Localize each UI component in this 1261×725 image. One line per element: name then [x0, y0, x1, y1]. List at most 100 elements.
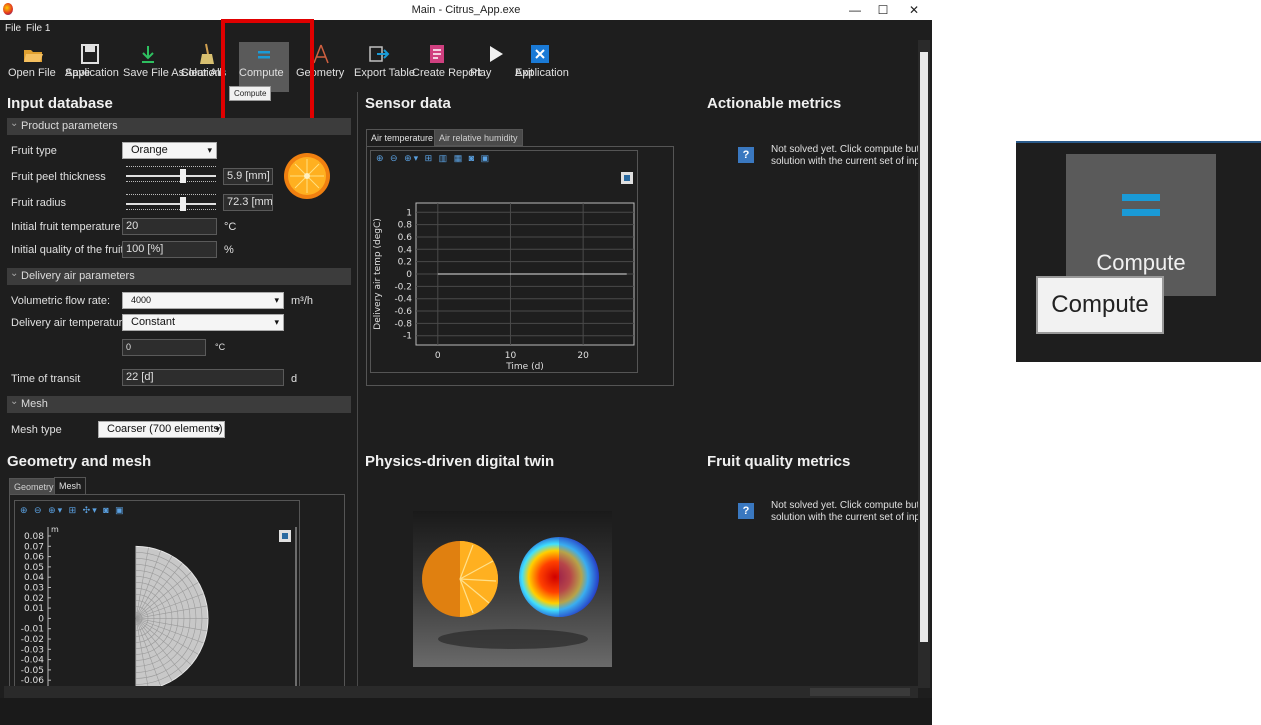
actionable-metrics-title: Actionable metrics [707, 95, 842, 112]
tab-mesh[interactable]: Mesh [54, 477, 87, 494]
tab-air-temperature[interactable]: Air temperature [366, 129, 439, 146]
compute-label-zoomed: Compute [1096, 250, 1186, 275]
actionable-metrics-message-2: solution with the current set of input [771, 156, 929, 167]
panel-divider [357, 92, 358, 687]
save-file-as-button[interactable]: Save File As [123, 42, 184, 92]
download-icon [142, 46, 154, 63]
air-temp-unit: °C [215, 342, 226, 352]
initial-quality-label: Initial quality of the fruit [11, 244, 124, 256]
flow-rate-label: Volumetric flow rate: [11, 295, 111, 307]
save-application-button[interactable]: Save Application [65, 42, 119, 92]
exit-icon [531, 45, 549, 63]
fruit-radius-field[interactable]: 72.3 [mm] [223, 194, 273, 211]
y-tick-label: 0.05 [24, 563, 44, 573]
initial-temp-unit: °C [224, 221, 237, 233]
menu-file[interactable]: File [5, 23, 21, 34]
product-parameters-header[interactable]: Product parameters [7, 115, 351, 135]
mesh-header[interactable]: Mesh [7, 393, 351, 413]
slider-thumb[interactable] [180, 169, 186, 183]
delivery-air-header[interactable]: Delivery air parameters [7, 265, 351, 285]
peel-thickness-field[interactable]: 5.9 [mm] [223, 168, 273, 185]
title-bar: Main - Citrus_App.exe — ☐ ✕ [0, 0, 932, 20]
transit-time-label: Time of transit [11, 373, 81, 385]
fruit-type-label: Fruit type [11, 145, 57, 157]
report-icon [430, 45, 444, 63]
slider-thumb[interactable] [180, 197, 186, 211]
x-tick-label: 0 [435, 351, 441, 361]
menu-bar: File File 1 [0, 20, 932, 38]
fruit-type-select[interactable]: Orange [122, 142, 217, 159]
mesh-type-select[interactable]: Coarser (700 elements) [98, 421, 225, 438]
peel-thickness-slider[interactable] [126, 166, 216, 183]
compute-zoom-inset: Compute Compute [1016, 141, 1261, 362]
air-temp-field[interactable]: 0 [122, 339, 206, 356]
help-icon[interactable]: ? [738, 503, 754, 519]
digital-twin-image [413, 511, 612, 667]
compute-button-zoomed[interactable]: Compute [1066, 154, 1216, 296]
y-tick-label: -0.06 [21, 676, 45, 686]
highlight-box [221, 19, 314, 125]
save-icon [81, 44, 99, 64]
input-database-title: Input database [7, 95, 113, 112]
horizontal-scrollbar-thumb[interactable] [810, 688, 910, 696]
y-tick-label: -0.4 [394, 295, 412, 305]
transit-time-field[interactable]: 22 [d] [122, 369, 284, 386]
maximize-button[interactable]: ☐ [868, 0, 898, 20]
horizontal-scrollbar[interactable] [4, 686, 918, 698]
ribbon-toolbar: Open File Save Application Save File As … [0, 38, 932, 93]
y-tick-label: 0 [406, 270, 412, 280]
export-icon [369, 46, 390, 62]
play-button[interactable]: Play [470, 42, 520, 92]
initial-temp-field[interactable]: 20 [122, 218, 217, 235]
y-tick-label: -0.02 [21, 635, 44, 645]
initial-temp-label: Initial fruit temperature [11, 221, 121, 233]
y-tick-label: 0.4 [398, 245, 413, 255]
x-tick-label: 20 [577, 351, 589, 361]
vertical-scrollbar-thumb[interactable] [920, 52, 928, 642]
x-axis-label: Time (d) [505, 362, 544, 372]
orange-fruit-icon [284, 153, 330, 199]
exit-application-button[interactable]: Exit Application [515, 42, 569, 92]
axis-unit-label: m [51, 525, 59, 534]
actionable-metrics-message-1: Not solved yet. Click compute butto [771, 144, 928, 155]
play-icon [490, 46, 503, 62]
y-tick-label: 1 [406, 208, 412, 218]
y-tick-label: -0.8 [394, 319, 412, 329]
equals-icon [1122, 194, 1160, 201]
initial-quality-field[interactable]: 100 [%] [122, 241, 217, 258]
mesh-plot-toolbar[interactable]: ⊕ ⊖ ⊕▾ ⊞ ✣▾ ◙ ▣ [20, 505, 126, 517]
tab-air-relative-humidity[interactable]: Air relative humidity [434, 129, 523, 146]
y-tick-label: 0.6 [398, 233, 413, 243]
help-icon[interactable]: ? [738, 147, 754, 163]
air-temp-select[interactable]: Constant [122, 314, 284, 331]
menu-file-1[interactable]: File 1 [26, 23, 50, 34]
tab-geometry[interactable]: Geometry [9, 478, 59, 495]
y-tick-label: -0.01 [21, 625, 44, 635]
y-tick-label: -1 [403, 332, 412, 342]
y-tick-label: 0.2 [398, 258, 412, 268]
vertical-scrollbar[interactable] [918, 40, 930, 688]
y-tick-label: -0.03 [21, 645, 44, 655]
fruit-quality-message-1: Not solved yet. Click compute butto [771, 500, 928, 511]
flow-rate-select[interactable]: 4000 [122, 292, 284, 309]
fruit-radius-slider[interactable] [126, 194, 216, 211]
y-tick-label: -0.6 [394, 307, 412, 317]
fruit-quality-title: Fruit quality metrics [707, 453, 851, 470]
x-tick-label: 10 [505, 351, 517, 361]
minimize-button[interactable]: — [840, 0, 870, 20]
close-button[interactable]: ✕ [899, 0, 929, 20]
digital-twin-title: Physics-driven digital twin [365, 453, 555, 470]
status-bar [0, 698, 932, 725]
create-report-button[interactable]: Create Report [412, 42, 481, 92]
y-tick-label: 0 [38, 614, 44, 624]
y-tick-label: 0.04 [24, 573, 44, 583]
y-tick-label: 0.02 [24, 594, 44, 604]
folder-open-icon [24, 50, 43, 62]
air-temp-label: Delivery air temperature [11, 317, 129, 329]
y-tick-label: 0.08 [24, 532, 44, 542]
plot-toolbar[interactable]: ⊕ ⊖ ⊕▾ ⊞ ▥ ▦ ◙ ▣ [376, 153, 491, 165]
fruit-quality-message-2: solution with the current set of input [771, 512, 929, 523]
geometry-mesh-title: Geometry and mesh [7, 453, 152, 470]
open-file-button[interactable]: Open File [8, 42, 58, 92]
export-table-button[interactable]: Export Table [354, 42, 415, 92]
